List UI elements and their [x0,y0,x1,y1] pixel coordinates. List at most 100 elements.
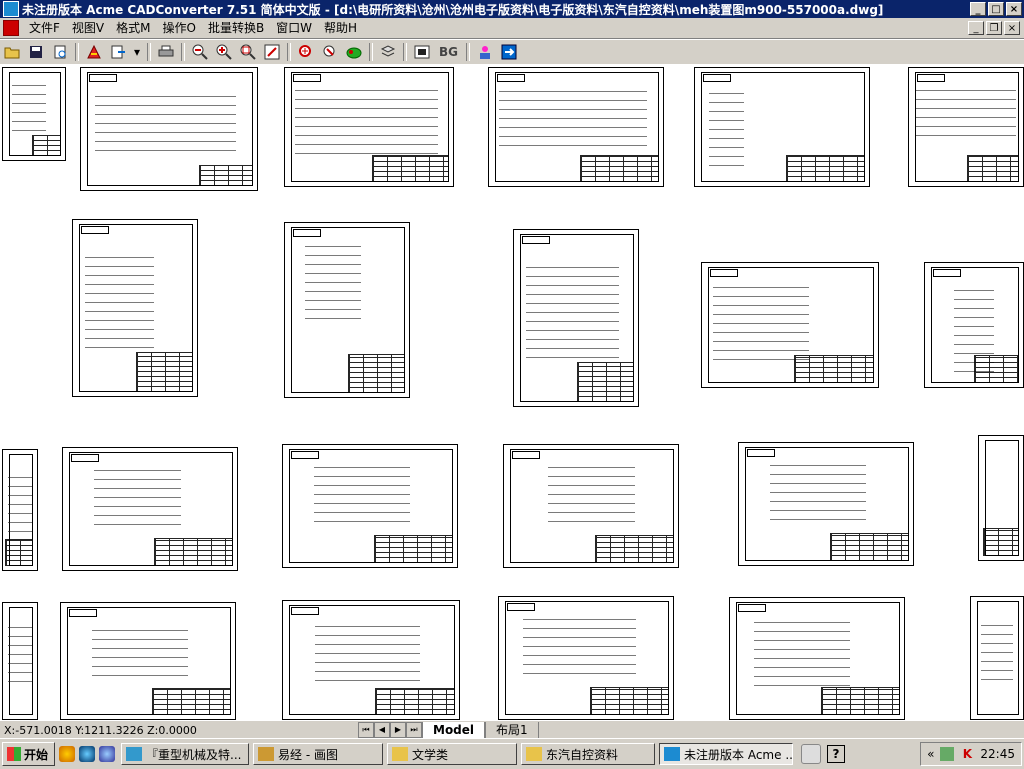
antivirus-icon[interactable]: K [960,747,974,761]
drawing-sheet [282,444,458,568]
toolbar-separator [403,43,407,61]
zoom-out-icon[interactable] [190,42,210,62]
drawing-sheet [908,67,1024,187]
dropdown-arrow-icon[interactable]: ▾ [132,42,142,62]
menu-bar: 文件F 视图V 格式M 操作O 批量转换B 窗口W 帮助H _ ❐ × [0,18,1024,39]
doc-restore-button[interactable]: ❐ [986,21,1002,35]
outlook-icon[interactable] [99,746,116,762]
drawing-sheet [498,596,674,720]
zoom-in-icon[interactable] [214,42,234,62]
tray-expand-icon[interactable]: « [927,747,934,761]
minimize-button[interactable]: _ [970,2,986,16]
menu-view[interactable]: 视图V [66,19,110,37]
drawing-sheet [2,602,38,720]
drawing-sheet [282,600,460,720]
layout-nav: ⏮ ◀ ▶ ⏭ [358,722,422,738]
drawing-sheet [60,602,236,720]
menu-help[interactable]: 帮助H [318,19,363,37]
coordinate-readout: X:-571.0018 Y:1211.3226 Z:0.0000 [4,723,197,737]
first-tab-icon[interactable]: ⏮ [358,722,374,738]
about-icon[interactable] [475,42,495,62]
start-label: 开始 [24,747,49,762]
drawing-sheet [72,219,198,397]
layers-icon[interactable] [378,42,398,62]
menu-format[interactable]: 格式M [110,19,156,37]
windows-logo-icon [7,747,21,761]
drawing-sheet [694,67,870,187]
open-icon[interactable] [2,42,22,62]
drawing-sheet [513,229,639,407]
toolbar-separator [147,43,151,61]
drawing-sheet [978,435,1024,561]
browser-icon[interactable] [59,746,76,762]
title-bar: 未注册版本 Acme CADConverter 7.51 简体中文版 - [d:… [0,0,1024,18]
menu-file[interactable]: 文件F [23,19,66,37]
drawing-sheet [284,67,454,187]
menu-window[interactable]: 窗口W [270,19,318,37]
last-tab-icon[interactable]: ⏭ [406,722,422,738]
drawing-sheet [62,447,238,571]
ie-icon[interactable] [79,746,96,762]
tab-layout1[interactable]: 布局1 [485,721,539,739]
print-preview-icon[interactable] [50,42,70,62]
drawing-canvas[interactable] [0,64,1024,720]
tab-model[interactable]: Model [422,721,486,739]
network-icon[interactable] [940,747,955,761]
close-button[interactable]: × [1006,2,1022,16]
drawing-sheet [729,597,905,720]
folder-icon [526,747,543,761]
taskbar-item[interactable]: 未注册版本 Acme ... [659,743,794,765]
drawing-sheet [2,449,38,571]
zoom-previous-icon[interactable] [320,42,340,62]
prev-tab-icon[interactable]: ◀ [374,722,390,738]
drawing-sheet [503,444,679,568]
zoom-window-icon[interactable] [238,42,258,62]
ime-icon[interactable] [801,744,822,764]
export-icon[interactable] [108,42,128,62]
zoom-extents-icon[interactable] [344,42,364,62]
taskbar-item[interactable]: 『重型机械及特... [121,743,250,765]
drawing-sheet [2,67,66,161]
taskbar-item[interactable]: 文学类 [387,743,518,765]
toolbar-separator [369,43,373,61]
taskbar: 开始 『重型机械及特... 易经 - 画图 文学类 东汽自控资料 未注册版本 A… [0,738,1024,769]
drawing-sheet [924,262,1024,388]
doc-minimize-button[interactable]: _ [968,21,984,35]
toolbar: ▾ BG [0,39,1024,65]
quick-launch [59,746,116,762]
drawing-sheet [488,67,664,187]
toolbar-separator [181,43,185,61]
bg-button[interactable]: BG [436,42,461,62]
status-bar: X:-571.0018 Y:1211.3226 Z:0.0000 ⏮ ◀ ▶ ⏭… [0,720,1024,739]
document-icon [126,747,143,761]
drawing-sheet [701,262,879,388]
folder-icon [392,747,409,761]
doc-close-button[interactable]: × [1004,21,1020,35]
menu-operation[interactable]: 操作O [156,19,201,37]
app-icon [664,747,681,761]
toolbar-separator [75,43,79,61]
print-icon[interactable] [156,42,176,62]
pan-icon[interactable] [262,42,282,62]
help-icon[interactable]: ? [827,745,846,763]
toolbar-separator [287,43,291,61]
document-icon[interactable] [3,20,19,36]
drawing-sheet [284,222,410,398]
app-icon[interactable] [3,1,19,17]
maximize-button[interactable]: □ [988,2,1004,16]
zoom-realtime-icon[interactable] [296,42,316,62]
convert-icon[interactable] [84,42,104,62]
menu-batch-convert[interactable]: 批量转换B [202,19,270,37]
clock[interactable]: 22:45 [980,747,1015,761]
exit-icon[interactable] [499,42,519,62]
window-title: 未注册版本 Acme CADConverter 7.51 简体中文版 - [d:… [22,2,884,17]
drawing-sheet [970,596,1024,720]
taskbar-item[interactable]: 东汽自控资料 [521,743,656,765]
save-icon[interactable] [26,42,46,62]
next-tab-icon[interactable]: ▶ [390,722,406,738]
system-tray: « K 22:45 [920,742,1022,766]
taskbar-item[interactable]: 易经 - 画图 [253,743,384,765]
start-button[interactable]: 开始 [2,742,56,766]
drawing-sheet [738,442,914,566]
background-icon[interactable] [412,42,432,62]
